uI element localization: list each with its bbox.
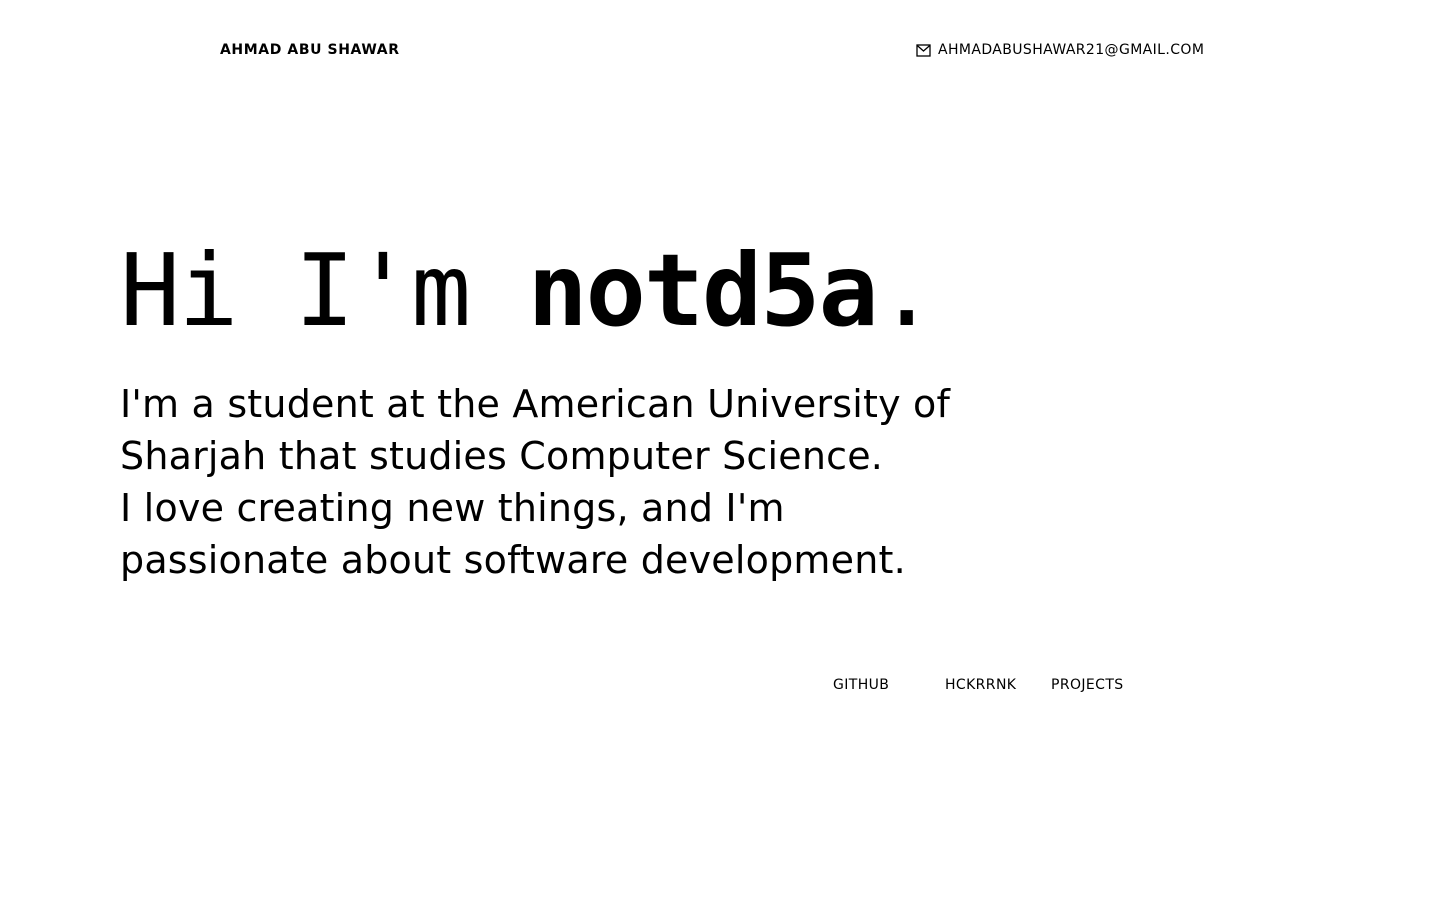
hackerrank-link[interactable]: HCKRRNK [945,676,1016,694]
email-address: AHMADABUSHAWAR21@GMAIL.COM [938,42,1205,58]
mail-icon [916,43,931,58]
hero-period: . [876,232,937,349]
github-link[interactable]: GITHUB [833,676,889,694]
site-name-link[interactable]: AHMAD ABU SHAWAR [220,41,400,59]
bio-line: passionate about software development. [120,538,906,582]
bio-line: I'm a student at the American University… [120,382,951,426]
bio-paragraph: I'm a student at the American University… [120,378,1020,586]
bio-line: I love creating new things, and I'm [120,486,785,530]
projects-link[interactable]: PROJECTS [1051,676,1124,694]
email-link[interactable]: AHMADABUSHAWAR21@GMAIL.COM [916,41,1204,59]
hero-greeting: Hi I'm [120,232,528,349]
hero-handle: notd5a [527,232,878,349]
hero-heading: Hi I'm notd5a. [120,236,937,346]
bio-line: Sharjah that studies Computer Science. [120,434,884,478]
